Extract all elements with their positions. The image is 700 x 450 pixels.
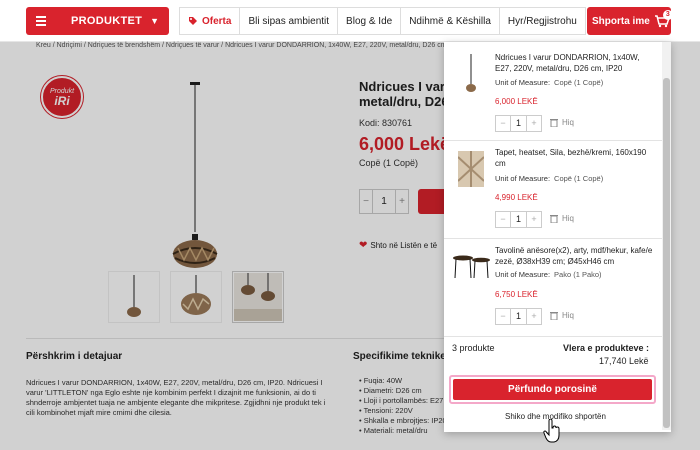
cart-total-value: 17,740 Lekë <box>599 356 649 366</box>
trash-icon <box>550 215 558 223</box>
cart-item-price: 4,990 LEKË <box>495 193 538 202</box>
cart-item-unit-value: Pako (1 Pako) <box>554 270 602 279</box>
nav-links: Oferta Bli sipas ambientit Blog & Ide Nd… <box>179 7 586 35</box>
checkout-button[interactable]: Përfundo porosinë <box>453 379 652 400</box>
nav-link-oferta-label: Oferta <box>202 15 232 27</box>
cart-item-image <box>451 54 491 94</box>
cart-item-unit: Unit of Measure: Copë (1 Copë) <box>495 174 603 183</box>
cart-item-remove-label: Hiq <box>562 118 575 127</box>
nav-link-login[interactable]: Hyr/Regjistrohu <box>498 7 586 35</box>
cart-dropdown: Ndricues I varur DONDARRION, 1x40W, E27,… <box>444 42 671 432</box>
top-navigation: PRODUKTET ▼ Oferta Bli sipas ambientit B… <box>0 0 700 42</box>
cart-item-remove-label: Hiq <box>562 311 575 320</box>
nav-link-ambient[interactable]: Bli sipas ambientit <box>239 7 339 35</box>
cart-item-qty-increase[interactable]: + <box>527 309 541 324</box>
cart-item: Tavolinë anësore(x2), arty, mdf/hekur, k… <box>444 239 662 337</box>
cart-count-badge: 3 <box>662 10 673 20</box>
cart-item-remove-button[interactable]: Hiq <box>550 214 574 223</box>
cart-product-count: 3 produkte <box>452 343 495 353</box>
cart-item-remove-button[interactable]: Hiq <box>550 118 574 127</box>
chevron-down-icon: ▼ <box>150 16 159 26</box>
nav-link-blog[interactable]: Blog & Ide <box>337 7 402 35</box>
cart-scrollbar-thumb[interactable] <box>663 78 670 428</box>
shopping-cart-icon: 3 <box>654 10 673 28</box>
cart-item-name: Tapet, heatset, Sila, bezhë/kremi, 160x1… <box>495 148 647 168</box>
cart-item-qty-increase[interactable]: + <box>527 116 541 131</box>
cart-item-unit-label: Unit of Measure: <box>495 174 551 183</box>
cart-item-qty-decrease[interactable]: − <box>496 212 510 227</box>
cart-item-qty-input[interactable]: 1 <box>510 116 527 131</box>
cart-item-unit-label: Unit of Measure: <box>495 78 551 87</box>
cart-item-qty-decrease[interactable]: − <box>496 309 510 324</box>
cart-item-qty-input[interactable]: 1 <box>510 212 527 227</box>
cart-item-unit-value: Copë (1 Copë) <box>554 174 604 183</box>
cart-total-label: Vlera e produkteve : <box>563 343 650 353</box>
checkout-button-focus-ring: Përfundo porosinë <box>449 375 656 404</box>
cart-item-unit: Unit of Measure: Copë (1 Copë) <box>495 78 603 87</box>
cart-item-image <box>451 149 491 189</box>
trash-icon <box>550 119 558 127</box>
cart-item-unit: Unit of Measure: Pako (1 Pako) <box>495 270 602 279</box>
cart-button-label: Shporta ime <box>592 15 650 27</box>
cart-item-name: Ndricues I varur DONDARRION, 1x40W, E27,… <box>495 53 640 73</box>
cart-item-qty-stepper: − 1 + <box>495 115 542 132</box>
cart-item-qty-increase[interactable]: + <box>527 212 541 227</box>
cart-item: Tapet, heatset, Sila, bezhë/kremi, 160x1… <box>444 141 662 239</box>
cart-item-price: 6,750 LEKË <box>495 290 538 299</box>
cart-item-remove-label: Hiq <box>562 214 575 223</box>
hamburger-icon <box>36 14 46 28</box>
cart-item-unit-label: Unit of Measure: <box>495 270 551 279</box>
cart-item: Ndricues I varur DONDARRION, 1x40W, E27,… <box>444 42 662 141</box>
products-menu-button[interactable]: PRODUKTET ▼ <box>26 7 169 35</box>
cart-item-qty-stepper: − 1 + <box>495 211 542 228</box>
cart-item-qty-stepper: − 1 + <box>495 308 542 325</box>
cart-item-name: Tavolinë anësore(x2), arty, mdf/hekur, k… <box>495 246 653 266</box>
products-menu-label: PRODUKTET <box>71 15 143 27</box>
cart-item-qty-decrease[interactable]: − <box>496 116 510 131</box>
cart-item-price: 6,000 LEKË <box>495 97 538 106</box>
nav-link-oferta[interactable]: Oferta <box>179 7 241 35</box>
trash-icon <box>550 312 558 320</box>
cart-item-image <box>449 247 493 287</box>
cart-item-remove-button[interactable]: Hiq <box>550 311 574 320</box>
cart-scrollbar[interactable] <box>662 42 671 430</box>
cart-item-unit-value: Copë (1 Copë) <box>554 78 604 87</box>
cart-button[interactable]: Shporta ime 3 <box>587 7 673 35</box>
nav-link-help[interactable]: Ndihmë & Këshilla <box>400 7 500 35</box>
cart-item-qty-input[interactable]: 1 <box>510 309 527 324</box>
tag-icon <box>189 17 197 25</box>
hand-pointer-cursor-icon <box>543 419 560 443</box>
